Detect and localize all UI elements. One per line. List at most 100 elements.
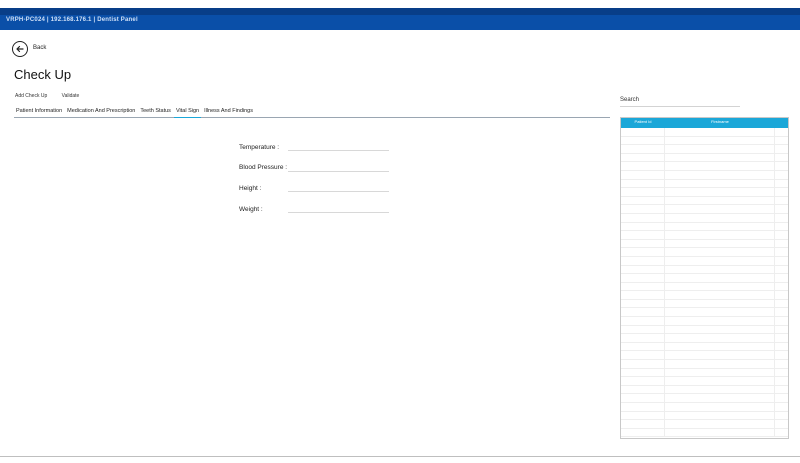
table-cell [775, 351, 788, 359]
table-cell [621, 308, 665, 317]
table-row[interactable] [621, 196, 788, 206]
table-cell [665, 394, 775, 402]
column-header-patient-id[interactable]: Patient Id [621, 118, 665, 128]
table-cell [775, 300, 788, 308]
table-row[interactable] [621, 256, 788, 266]
table-row[interactable] [621, 153, 788, 163]
table-row[interactable] [621, 128, 788, 137]
search-label: Search [620, 97, 640, 103]
table-cell [665, 145, 775, 153]
table-cell [621, 239, 665, 248]
table-row[interactable] [621, 420, 788, 429]
table-row[interactable] [621, 145, 788, 154]
table-row[interactable] [621, 274, 788, 283]
table-cell [665, 162, 775, 170]
search-input[interactable] [620, 104, 740, 107]
table-cell [665, 170, 775, 179]
table-cell [775, 197, 788, 205]
table-row[interactable] [621, 239, 788, 249]
table-cell [621, 196, 665, 205]
table-row[interactable] [621, 265, 788, 275]
weight-field[interactable] [288, 212, 389, 213]
table-cell [621, 188, 665, 196]
table-cell [621, 394, 665, 402]
table-cell [775, 326, 788, 334]
table-cell [775, 214, 788, 222]
table-row[interactable] [621, 317, 788, 326]
table-cell [775, 377, 788, 385]
table-row[interactable] [621, 325, 788, 335]
table-cell [665, 274, 775, 282]
table-row[interactable] [621, 334, 788, 343]
tab-bar: Patient Information Medication And Presc… [14, 108, 610, 118]
blood-pressure-field[interactable] [288, 171, 389, 172]
table-row[interactable] [621, 179, 788, 189]
table-cell [665, 411, 775, 420]
table-cell [665, 188, 775, 196]
back-label[interactable]: Back [33, 45, 46, 51]
table-cell [621, 420, 665, 428]
tab-medication-and-prescription[interactable]: Medication And Prescription [65, 108, 137, 118]
table-row[interactable] [621, 282, 788, 292]
table-row[interactable] [621, 428, 788, 438]
table-cell [665, 351, 775, 360]
table-row[interactable] [621, 385, 788, 395]
table-row[interactable] [621, 231, 788, 240]
table-row[interactable] [621, 342, 788, 352]
table-row[interactable] [621, 368, 788, 378]
table-cell [665, 291, 775, 299]
table-row[interactable] [621, 403, 788, 412]
table-cell [775, 154, 788, 162]
table-row[interactable] [621, 170, 788, 180]
tab-patient-information[interactable]: Patient Information [14, 108, 64, 118]
table-row[interactable] [621, 222, 788, 232]
table-row[interactable] [621, 360, 788, 369]
tab-vital-sign[interactable]: Vital Sign [173, 108, 202, 118]
table-cell [775, 291, 788, 299]
table-cell [775, 171, 788, 179]
validate-button[interactable]: Validate [62, 93, 80, 99]
height-field[interactable] [288, 191, 389, 192]
table-cell [621, 213, 665, 222]
table-row[interactable] [621, 377, 788, 386]
tab-teeth-status[interactable]: Teeth Status [138, 108, 173, 118]
table-row[interactable] [621, 394, 788, 403]
table-cell [621, 205, 665, 213]
table-cell [775, 403, 788, 411]
table-row[interactable] [621, 248, 788, 257]
temperature-field[interactable] [288, 150, 389, 151]
column-header-firstname[interactable]: Firstname [665, 118, 775, 128]
table-row[interactable] [621, 188, 788, 197]
table-cell [621, 256, 665, 265]
table-cell [665, 222, 775, 231]
table-cell [665, 205, 775, 213]
tab-illness-and-findings[interactable]: Illness And Findings [202, 108, 255, 118]
table-row[interactable] [621, 411, 788, 421]
table-cell [775, 240, 788, 248]
back-button[interactable] [12, 41, 28, 57]
table-cell [621, 222, 665, 231]
table-cell [621, 368, 665, 377]
table-cell [775, 205, 788, 213]
table-cell [775, 128, 788, 136]
table-row[interactable] [621, 205, 788, 214]
window-bottom-border [0, 456, 800, 457]
table-cell [775, 394, 788, 402]
table-row[interactable] [621, 136, 788, 146]
table-cell [775, 223, 788, 231]
table-cell [665, 265, 775, 274]
table-cell [621, 428, 665, 437]
table-row[interactable] [621, 213, 788, 223]
table-cell [621, 385, 665, 394]
table-row[interactable] [621, 162, 788, 171]
table-cell [621, 170, 665, 179]
table-cell [621, 153, 665, 162]
add-checkup-button[interactable]: Add Check Up [15, 93, 47, 99]
table-row[interactable] [621, 299, 788, 309]
table-cell [775, 266, 788, 274]
table-cell [621, 351, 665, 360]
table-row[interactable] [621, 351, 788, 361]
table-cell [665, 368, 775, 377]
table-row[interactable] [621, 291, 788, 300]
table-row[interactable] [621, 308, 788, 318]
